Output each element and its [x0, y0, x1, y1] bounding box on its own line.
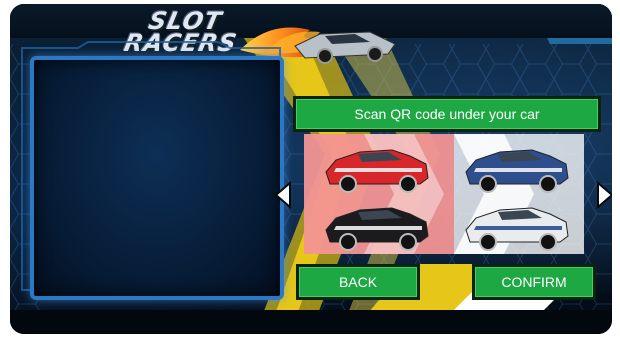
game-screen: SLOT RACERS Scan QR code under your car …	[10, 4, 612, 334]
car-option-red[interactable]	[325, 149, 429, 193]
wheel-icon	[399, 175, 417, 193]
wheel-icon	[339, 233, 357, 251]
car-option-blue[interactable]	[465, 149, 569, 193]
wheel-icon	[399, 233, 417, 251]
previous-arrow-button[interactable]	[272, 180, 294, 210]
chevron-left-icon	[274, 180, 291, 210]
wheel-icon	[539, 233, 557, 251]
wheel-icon	[479, 233, 497, 251]
back-button[interactable]: BACK	[296, 264, 420, 300]
car-option-white[interactable]	[465, 207, 569, 251]
wheel-icon	[539, 175, 557, 193]
chevron-right-icon	[597, 180, 612, 210]
car-option-black[interactable]	[325, 207, 429, 251]
wheel-icon	[479, 175, 497, 193]
bottom-bar	[10, 310, 612, 334]
next-arrow-button[interactable]	[594, 180, 612, 210]
confirm-button[interactable]: CONFIRM	[472, 264, 596, 300]
wheel-icon	[339, 175, 357, 193]
